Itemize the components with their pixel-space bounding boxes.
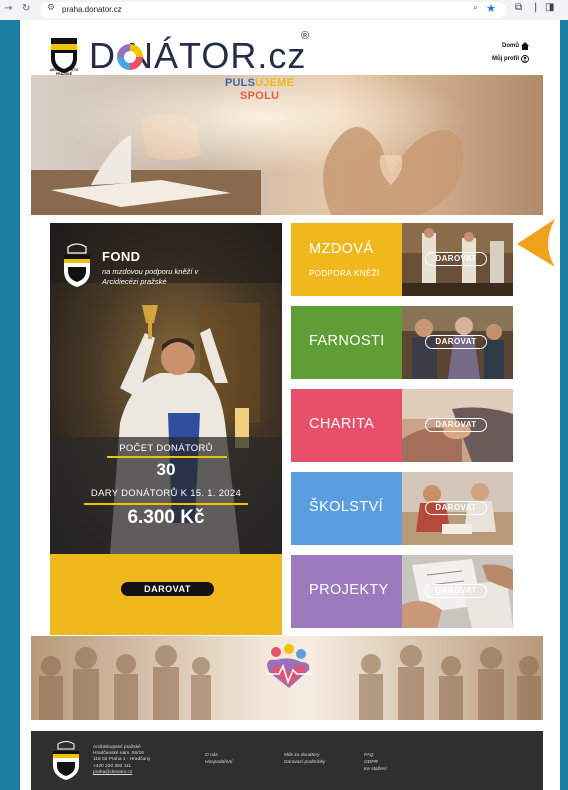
footer-address-line: 118 02 Praha 1 - Hradčany xyxy=(93,757,151,763)
hero-banner-image xyxy=(31,75,543,215)
profile-link[interactable]: Můj profil xyxy=(492,55,529,63)
extensions-icon[interactable]: ⧉ xyxy=(515,2,522,13)
pointer-arrow-icon xyxy=(517,219,555,267)
tile-mzdova-color xyxy=(291,223,402,296)
footer-link-miles[interactable]: Míle za donátory xyxy=(284,752,325,759)
fond-donate-area: DAROVAT xyxy=(50,554,282,635)
home-link-label: Domů xyxy=(502,43,519,49)
tile-skolstvi-name: ŠKOLSTVÍ xyxy=(309,499,384,515)
footer-col-about: O nás Hospodaření xyxy=(205,752,232,766)
fond-donate-button[interactable]: DAROVAT xyxy=(121,582,214,596)
pulse-title-b: UJEME xyxy=(255,77,295,89)
footer-crest-icon xyxy=(53,741,79,780)
registered-mark: ® xyxy=(301,30,310,42)
tile-projekty-donate-button[interactable]: DAROVAT xyxy=(425,584,487,598)
tile-projekty[interactable]: PROJEKTY DAROVAT xyxy=(291,555,513,628)
tile-skolstvi[interactable]: ŠKOLSTVÍ DAROVAT xyxy=(291,472,513,545)
address-bar[interactable]: ⚙ praha.donator.cz ⌕ ★ xyxy=(40,2,506,18)
fond-crest-icon xyxy=(64,243,90,287)
tile-farnosti[interactable]: FARNOSTI DAROVAT xyxy=(291,306,513,379)
home-link[interactable]: Domů xyxy=(502,42,529,50)
tile-farnosti-donate-button[interactable]: DAROVAT xyxy=(425,335,487,349)
footer-link-terms[interactable]: Darovací podmínky xyxy=(284,759,325,766)
tile-mzdova-name: MZDOVÁ xyxy=(309,241,374,257)
footer-email-link[interactable]: praha@donator.cz xyxy=(93,770,132,775)
donors-count: 30 xyxy=(156,460,176,479)
gifts-underline xyxy=(84,503,248,505)
fond-subtitle: na mzdovou podporu kněží v Arcidiecézi p… xyxy=(102,267,199,286)
footer-link-gdpr[interactable]: GDPR xyxy=(364,759,387,766)
tile-skolstvi-donate-button[interactable]: DAROVAT xyxy=(425,501,487,515)
tile-farnosti-name: FARNOSTI xyxy=(309,333,385,349)
footer-col-donors: Míle za donátory Darovací podmínky xyxy=(284,752,325,766)
back-icon[interactable]: → xyxy=(4,3,12,14)
tune-icon[interactable]: ⚙ xyxy=(47,3,55,13)
footer-link-finances[interactable]: Hospodaření xyxy=(205,759,232,766)
tile-mzdova[interactable]: MZDOVÁ PODPORA KNĚŽÍ DAROVAT xyxy=(291,223,513,296)
pulse-subtitle: SPOLU xyxy=(240,90,280,102)
fond-panel[interactable]: FOND na mzdovou podporu kněží v Arcidiec… xyxy=(50,223,282,635)
gifts-amount: 6.300 Kč xyxy=(127,507,205,528)
star-icon[interactable]: ★ xyxy=(486,2,496,15)
tile-charita[interactable]: CHARITA DAROVAT xyxy=(291,389,513,462)
tile-mzdova-sub: PODPORA KNĚŽÍ xyxy=(309,269,380,278)
tile-mzdova-donate-button[interactable]: DAROVAT xyxy=(425,252,487,266)
footer-link-faq[interactable]: FAQ xyxy=(364,752,387,759)
browser-toolbar: → ↻ ⚙ praha.donator.cz ⌕ ★ ⧉ | ◨ xyxy=(0,0,568,20)
footer: Arcibiskupství pražské Hradčanské nám. 5… xyxy=(31,731,543,790)
pulse-title-a: PULS xyxy=(225,77,256,89)
tile-projekty-name: PROJEKTY xyxy=(309,582,389,598)
tile-charita-donate-button[interactable]: DAROVAT xyxy=(425,418,487,432)
profile-link-label: Můj profil xyxy=(492,56,519,62)
footer-link-about[interactable]: O nás xyxy=(205,752,232,759)
donors-label: POČET DONÁTORŮ xyxy=(119,443,213,454)
reload-icon[interactable]: ↻ xyxy=(22,3,30,14)
donors-underline xyxy=(107,456,227,458)
fond-heading: FOND na mzdovou podporu kněží v Arcidiec… xyxy=(102,249,222,287)
sidepanel-icon[interactable]: ◨ xyxy=(545,2,554,13)
pulse-banner-image xyxy=(31,636,543,720)
footer-col-info: FAQ GDPR Ke stažení xyxy=(364,752,387,773)
zoom-icon[interactable]: ⌕ xyxy=(473,3,478,13)
url-text: praha.donator.cz xyxy=(62,5,122,14)
fond-stats: POČET DONÁTORŮ 30 DARY DONÁTORŮ K 15. 1.… xyxy=(50,437,282,554)
logo-o-icon xyxy=(117,44,143,70)
tile-charita-name: CHARITA xyxy=(309,416,375,432)
footer-link-downloads[interactable]: Ke stažení xyxy=(364,766,387,773)
page: ARCIBISKUPSTVÍ PRAŽSKÉ D NÁTOR.cz ® Domů… xyxy=(20,20,560,790)
footer-address: Arcibiskupství pražské Hradčanské nám. 5… xyxy=(93,745,150,776)
gifts-label: DARY DONÁTORŮ K 15. 1. 2024 xyxy=(90,488,242,499)
pulse-title: PULSUJEME xyxy=(225,77,294,89)
home-icon xyxy=(521,42,529,50)
user-icon xyxy=(521,55,529,63)
page-content: ARCIBISKUPSTVÍ PRAŽSKÉ D NÁTOR.cz ® Domů… xyxy=(25,20,555,790)
divider: | xyxy=(534,2,538,13)
fond-title: FOND xyxy=(102,249,141,264)
